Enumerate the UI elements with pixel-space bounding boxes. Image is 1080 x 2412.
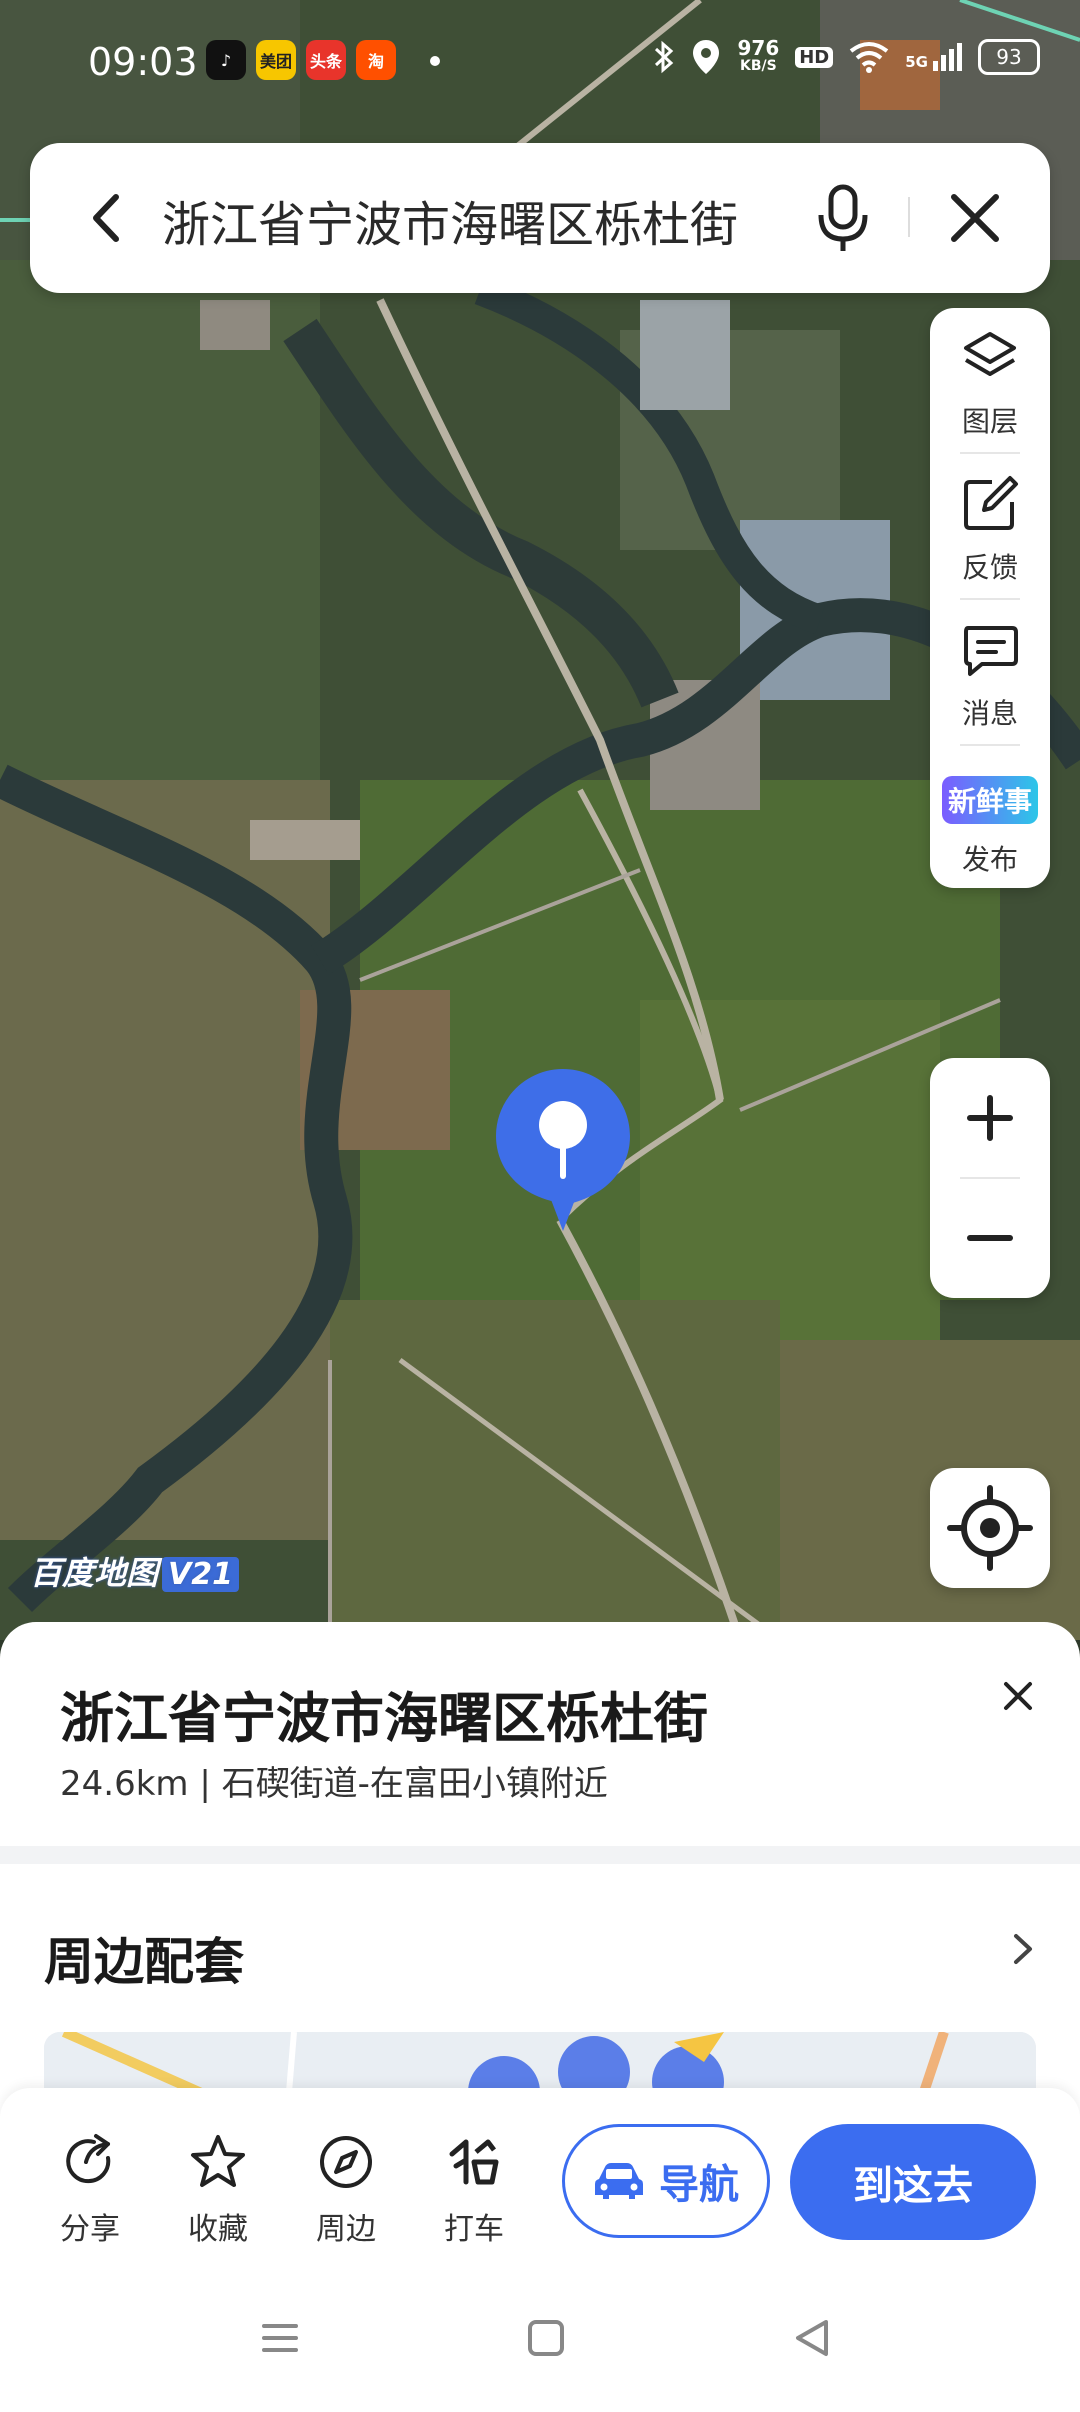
meituan-icon: 美团: [256, 40, 296, 80]
go-here-button[interactable]: 到这去: [790, 2124, 1036, 2240]
home-icon[interactable]: [516, 2308, 576, 2368]
favorite-button[interactable]: 收藏: [168, 2132, 268, 2248]
clock: 09:03: [88, 40, 198, 84]
status-indicators: 976 KB/S HD 5G 93: [653, 38, 1040, 76]
edit-icon: [964, 476, 1018, 530]
nearby-button[interactable]: 周边: [296, 2132, 396, 2248]
navigate-label: 导航: [659, 2162, 739, 2208]
crosshair-icon: [947, 1485, 1033, 1571]
messages-button[interactable]: 消息: [930, 600, 1050, 745]
nearby-section-title[interactable]: 周边配套: [44, 1922, 244, 1994]
feedback-button[interactable]: 反馈: [930, 454, 1050, 599]
share-label: 分享: [60, 2212, 120, 2247]
douyin-icon: ♪: [206, 40, 246, 80]
clear-search-button[interactable]: [940, 183, 1010, 253]
share-icon: [66, 2134, 111, 2184]
chevron-right-icon[interactable]: [1000, 1926, 1046, 1972]
microphone-icon[interactable]: [808, 181, 878, 255]
status-bar: 09:03 ♪ 美团 头条 淘 976 KB/S HD 5G 93: [0, 0, 1080, 120]
share-button[interactable]: 分享: [40, 2132, 140, 2248]
favorite-label: 收藏: [188, 2212, 248, 2247]
zoom-in-button[interactable]: [930, 1058, 1050, 1178]
place-subtitle: 24.6km | 石碶街道-在富田小镇附近: [60, 1764, 608, 1804]
baidu-map-logo: 百度地图: [30, 1554, 159, 1592]
section-divider: [0, 1846, 1080, 1864]
layers-icon: [964, 332, 1016, 376]
back-button[interactable]: [74, 183, 144, 253]
message-icon: [964, 626, 1018, 676]
location-icon: [693, 40, 720, 74]
bluetooth-icon: [655, 40, 674, 74]
messages-label: 消息: [961, 697, 1018, 730]
taxi-button[interactable]: 打车: [424, 2132, 524, 2248]
star-icon: [191, 2135, 245, 2187]
network-type: 5G: [905, 53, 928, 71]
speed-value: 976: [737, 36, 780, 60]
navigate-button[interactable]: 导航: [562, 2124, 770, 2238]
toutiao-icon: 头条: [306, 40, 346, 80]
action-bar: 分享 收藏 周边 打车 导航 到这去: [0, 2088, 1080, 2268]
battery-indicator: 93: [978, 39, 1040, 75]
notification-icons: ♪ 美团 头条 淘: [206, 40, 396, 80]
system-navigation-bar: [0, 2268, 1080, 2412]
back-nav-icon[interactable]: [782, 2308, 842, 2368]
zoom-out-button[interactable]: [930, 1178, 1050, 1298]
feedback-label: 反馈: [961, 551, 1018, 584]
place-title: 浙江省宁波市海曙区栎杜街: [60, 1687, 708, 1750]
menu-icon[interactable]: [250, 2308, 310, 2368]
car-icon: [595, 2163, 643, 2199]
location-pin-icon[interactable]: [492, 1065, 634, 1237]
more-notifications-dot: [430, 56, 440, 66]
taobao-icon: 淘: [356, 40, 396, 80]
zoom-controls: [930, 1058, 1050, 1298]
search-bar: 浙江省宁波市海曙区栎杜街: [30, 143, 1050, 293]
speed-unit: KB/S: [740, 58, 777, 74]
compass-icon: [320, 2136, 372, 2188]
version-badge: V21: [162, 1557, 239, 1592]
nearby-label: 周边: [316, 2212, 376, 2247]
fresh-news-badge-icon: 新鲜事: [942, 776, 1038, 824]
publish-label: 发布: [961, 843, 1018, 876]
separator: [908, 197, 910, 237]
signal-icon: 5G: [905, 43, 962, 71]
taxi-icon: [449, 2139, 499, 2185]
layers-button[interactable]: 图层: [930, 308, 1050, 453]
map-tools-panel: 图层 反馈 消息 新鲜事 发布: [930, 308, 1050, 888]
map-watermark: 百度地图 V21: [30, 1548, 239, 1594]
wifi-icon: [850, 42, 889, 73]
layers-label: 图层: [961, 405, 1018, 438]
my-location-button[interactable]: [930, 1468, 1050, 1588]
taxi-label: 打车: [444, 2212, 504, 2247]
network-speed: 976 KB/S: [737, 36, 780, 75]
publish-button[interactable]: 新鲜事 发布: [930, 746, 1050, 891]
close-sheet-button[interactable]: [990, 1668, 1046, 1724]
search-query[interactable]: 浙江省宁波市海曙区栎杜街: [162, 185, 738, 255]
hd-icon: HD: [795, 46, 834, 68]
